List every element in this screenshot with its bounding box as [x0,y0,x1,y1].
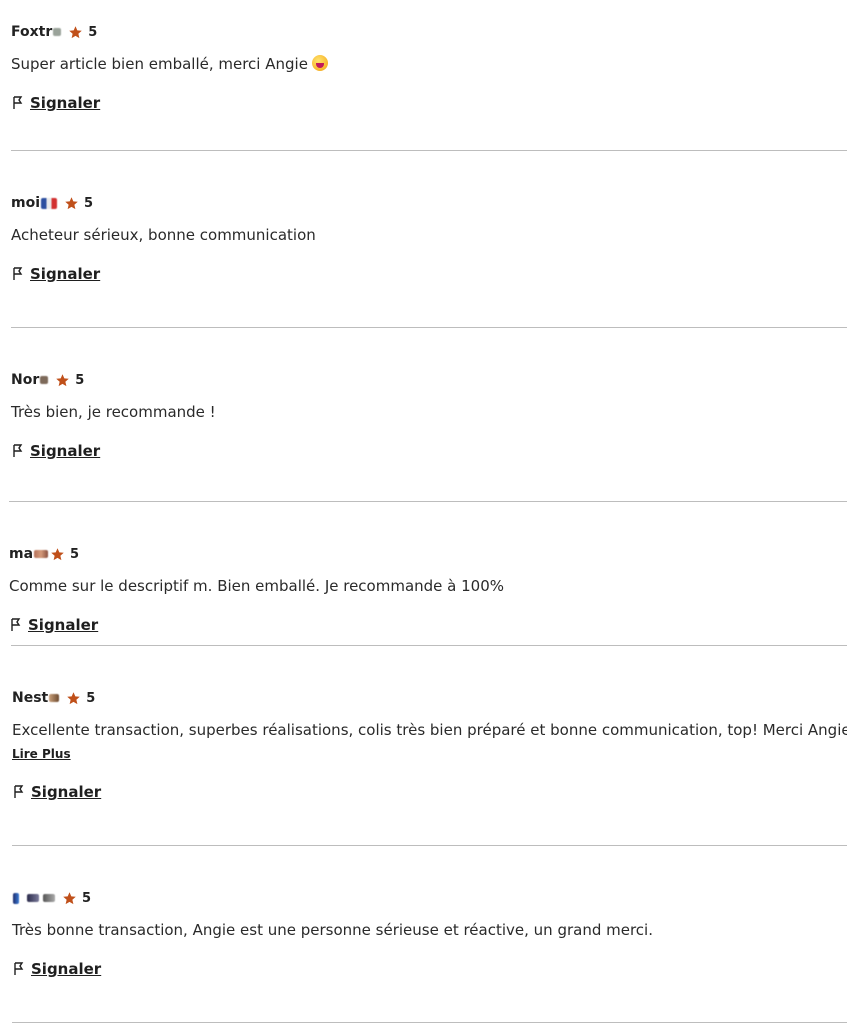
review-text: Très bonne transaction, Angie est une pe… [12,921,653,939]
name-emoji-blur [53,28,62,36]
report-label: Signaler [30,442,101,460]
rating-value: 5 [75,372,85,388]
star-icon [67,691,80,704]
rating-value: 5 [86,690,96,706]
reviewer-name[interactable]: Foxtr [11,24,52,40]
divider [12,845,847,846]
flag-icon [14,962,24,975]
report-button[interactable]: Signaler [13,783,101,801]
report-label: Signaler [28,616,99,634]
review-text: Comme sur le descriptif m. Bien emballé.… [9,577,505,595]
divider [9,501,847,502]
divider [11,645,847,646]
name-emoji-blur [27,894,39,902]
flag-emoji-blur [41,197,58,209]
report-label: Signaler [30,265,101,283]
review-header: 5 [12,888,91,908]
grinning-emoji-icon [311,55,328,71]
report-label: Signaler [31,783,102,801]
review-header: ma 5 [9,544,79,564]
review-header: Nor 5 [11,370,84,390]
report-button[interactable]: Signaler [13,960,101,978]
flag-icon [11,618,21,631]
review-text: Très bien, je recommande ! [11,403,216,421]
reviewer-name[interactable]: moi [11,195,40,211]
report-button[interactable]: Signaler [12,94,100,112]
divider [12,1022,847,1023]
reviewer-name[interactable]: ma [9,546,33,562]
report-label: Signaler [31,960,102,978]
name-emoji-blur [49,694,60,702]
star-icon [65,196,78,209]
review-header: Nest 5 [12,688,95,708]
report-button[interactable]: Signaler [12,265,100,283]
rating-value: 5 [84,195,94,211]
star-icon [56,373,69,386]
reviewer-name[interactable]: Nor [11,372,39,388]
report-button[interactable]: Signaler [10,616,98,634]
review-text: Acheteur sérieux, bonne communication [11,226,316,244]
flag-icon [13,444,23,457]
divider [11,150,847,151]
star-icon [69,25,82,38]
name-emoji-blur [43,894,55,902]
flag-icon [13,96,23,109]
review-header: Foxtr 5 [11,22,97,42]
divider [11,327,847,328]
name-emoji-blur [34,550,49,558]
name-emoji-blur [13,892,19,904]
report-label: Signaler [30,94,101,112]
read-more-link[interactable]: Lire Plus [12,747,71,761]
flag-icon [13,267,23,280]
review-text: Super article bien emballé, merci Angie [11,55,308,73]
star-icon [51,547,64,560]
star-icon [63,891,76,904]
rating-value: 5 [88,24,98,40]
report-button[interactable]: Signaler [12,442,100,460]
name-emoji-blur [40,376,49,384]
review-text-row: Super article bien emballé, merci Angie [11,54,328,74]
rating-value: 5 [82,890,92,906]
reviewer-name[interactable]: Nest [12,690,48,706]
rating-value: 5 [70,546,80,562]
review-header: moi 5 [11,193,93,213]
review-text: Excellente transaction, superbes réalisa… [12,721,847,739]
flag-icon [14,785,24,798]
